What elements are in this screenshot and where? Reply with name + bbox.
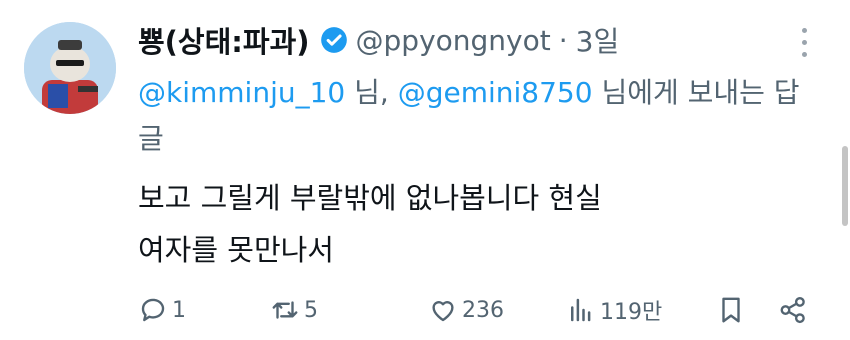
share-button[interactable] — [778, 290, 808, 330]
views-button[interactable]: 119만 — [566, 290, 662, 330]
separator-dot: · — [558, 23, 568, 57]
reply-icon — [138, 295, 168, 325]
action-bar: 1 5 236 119만 — [138, 290, 818, 330]
like-count: 236 — [462, 297, 504, 323]
verified-badge-icon — [320, 26, 348, 54]
tweet-card[interactable]: 뿅(상태:파과) @ppyongnyot · 3일 @kimminju_10 님… — [0, 0, 850, 340]
retweet-count: 5 — [304, 297, 318, 323]
like-icon — [428, 295, 458, 325]
retweet-icon — [270, 295, 300, 325]
mention-link[interactable]: @kimminju_10 — [138, 76, 345, 109]
handle[interactable]: @ppyongnyot — [356, 24, 551, 57]
avatar[interactable] — [24, 22, 116, 114]
share-icon — [778, 295, 808, 325]
views-count: 119만 — [600, 300, 663, 325]
timestamp[interactable]: 3일 — [576, 20, 620, 60]
reply-to-text: 님, — [345, 76, 398, 109]
tweet-header: 뿅(상태:파과) @ppyongnyot · 3일 — [138, 18, 619, 62]
tweet-body-line: 보고 그릴게 부랄밖에 없나봅니다 현실 — [138, 181, 602, 215]
scrollbar[interactable] — [842, 146, 848, 226]
tweet-body: 보고 그릴게 부랄밖에 없나봅니다 현실 여자를 못만나서 — [138, 172, 818, 276]
bookmark-icon — [716, 295, 746, 325]
display-name[interactable]: 뿅(상태:파과) — [138, 19, 310, 61]
reply-button[interactable]: 1 — [138, 290, 186, 330]
retweet-button[interactable]: 5 — [270, 290, 318, 330]
reply-to-line: @kimminju_10 님, @gemini8750 님에게 보내는 답글 — [138, 70, 818, 162]
views-icon — [566, 295, 596, 325]
like-button[interactable]: 236 — [428, 290, 504, 330]
reply-count: 1 — [172, 297, 186, 323]
mention-link[interactable]: @gemini8750 — [398, 76, 593, 109]
more-icon[interactable] — [792, 24, 816, 60]
tweet-body-line: 여자를 못만나서 — [138, 233, 334, 267]
bookmark-button[interactable] — [716, 290, 746, 330]
